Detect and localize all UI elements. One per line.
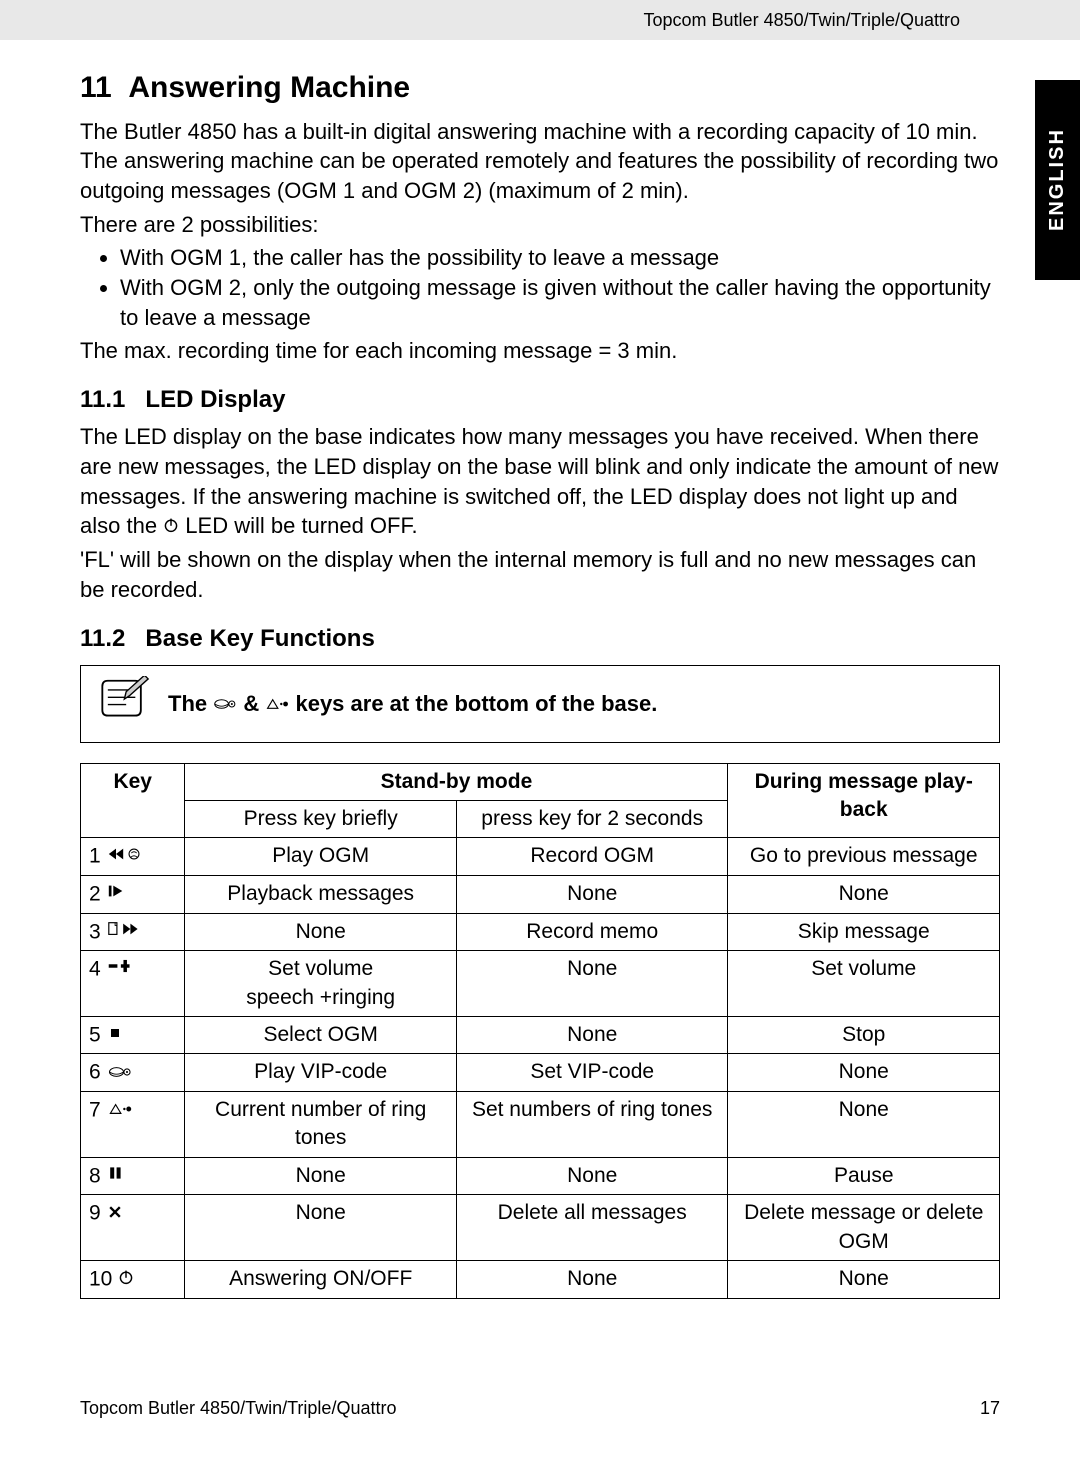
section-heading: 11 Answering Machine [80, 68, 1000, 109]
key-functions-table: Key Stand-by mode During message play-ba… [80, 763, 1000, 1299]
table-row: 9 None Delete all messages Delete messag… [81, 1195, 1000, 1261]
table-row: 2 Playback messages None None [81, 875, 1000, 913]
ring-icon [265, 697, 289, 711]
table-row: 7 Current number of ring tones Set numbe… [81, 1092, 1000, 1158]
page-number: 17 [980, 1398, 1000, 1419]
table-row: 5 Select OGM None Stop [81, 1016, 1000, 1054]
delete-icon [107, 1200, 123, 1228]
intro-p1: The Butler 4850 has a built-in digital a… [80, 117, 1000, 206]
table-row: 6 Play VIP-code Set VIP-code None [81, 1054, 1000, 1092]
intro-p3: The max. recording time for each incomin… [80, 336, 1000, 366]
note-icon [95, 676, 150, 732]
stop-icon [107, 1021, 123, 1049]
table-row: 1 Play OGM Record OGM Go to previous mes… [81, 838, 1000, 876]
table-row: 8 None None Pause [81, 1157, 1000, 1195]
bullet-item: With OGM 2, only the outgoing message is… [120, 273, 1000, 332]
pause-icon [107, 1162, 123, 1190]
power-icon [163, 517, 179, 533]
volume-icon [107, 955, 133, 983]
subsection-heading: 11.2 Base Key Functions [80, 623, 1000, 655]
header-bar: Topcom Butler 4850/Twin/Triple/Quattro [0, 0, 1080, 40]
table-row: 10 Answering ON/OFF None None [81, 1261, 1000, 1299]
play-icon [107, 880, 125, 908]
vip-icon [213, 697, 237, 711]
th-brief: Press key briefly [185, 800, 457, 837]
th-2s: press key for 2 seconds [456, 800, 728, 837]
bullet-item: With OGM 1, the caller has the possibili… [120, 243, 1000, 273]
table-row: 3 None Record memo Skip message [81, 913, 1000, 951]
th-standby: Stand-by mode [185, 763, 728, 800]
page-content: 11 Answering Machine The Butler 4850 has… [0, 40, 1080, 1299]
footer: Topcom Butler 4850/Twin/Triple/Quattro 1… [80, 1398, 1000, 1419]
led-p2: 'FL' will be shown on the display when t… [80, 545, 1000, 604]
note-box: The & keys are at the bottom of the base… [80, 665, 1000, 743]
table-row: 4 Set volume speech +ringing None Set vo… [81, 951, 1000, 1017]
note-text: The & keys are at the bottom of the base… [168, 689, 657, 719]
ring-icon [107, 1096, 133, 1124]
language-tab: ENGLISH [1035, 80, 1080, 280]
intro-p2: There are 2 possibilities: [80, 210, 1000, 240]
power-icon [118, 1265, 134, 1293]
vip-icon [107, 1059, 133, 1087]
subsection-heading: 11.1 LED Display [80, 384, 1000, 416]
header-product: Topcom Butler 4850/Twin/Triple/Quattro [644, 10, 960, 31]
th-key: Key [81, 763, 185, 838]
rewind-ogm-icon [107, 843, 143, 871]
led-p1: The LED display on the base indicates ho… [80, 422, 1000, 541]
memo-ffwd-icon [107, 918, 143, 946]
th-playback: During message play-back [728, 763, 1000, 838]
footer-left: Topcom Butler 4850/Twin/Triple/Quattro [80, 1398, 396, 1419]
intro-bullets: With OGM 1, the caller has the possibili… [80, 243, 1000, 332]
